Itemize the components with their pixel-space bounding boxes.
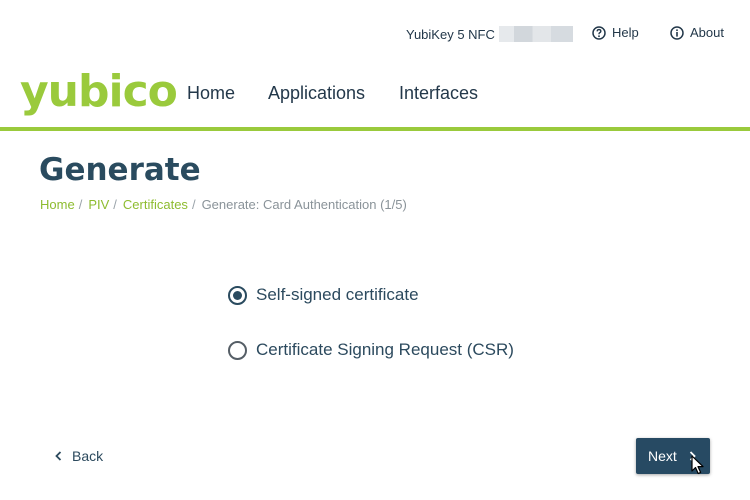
info-icon — [670, 25, 684, 40]
radio-csr[interactable] — [228, 340, 247, 360]
option-self-signed[interactable]: Self-signed certificate — [228, 285, 419, 305]
help-icon — [592, 25, 606, 40]
next-label: Next — [648, 448, 677, 464]
device-name: YubiKey 5 NFC — [406, 26, 495, 42]
option-self-signed-label: Self-signed certificate — [256, 285, 419, 304]
breadcrumb-certificates[interactable]: Certificates — [123, 197, 188, 212]
breadcrumb-current: Generate: Card Authentication (1/5) — [201, 197, 407, 212]
nav-item-interfaces[interactable]: Interfaces — [399, 83, 478, 104]
about-link[interactable]: About — [670, 25, 724, 40]
radio-self-signed[interactable] — [228, 285, 247, 305]
nav-item-home[interactable]: Home — [187, 83, 235, 104]
option-csr-label: Certificate Signing Request (CSR) — [256, 340, 514, 359]
mouse-pointer-icon — [691, 455, 704, 475]
breadcrumb-home[interactable]: Home — [40, 197, 75, 212]
breadcrumb: Home / PIV / Certificates / Generate: Ca… — [40, 197, 407, 212]
back-label: Back — [72, 448, 104, 464]
breadcrumb-separator: / — [113, 197, 117, 212]
chevron-left-icon — [55, 451, 62, 461]
top-bar: YubiKey 5 NFC Help About — [0, 0, 750, 66]
nav-divider — [0, 127, 750, 131]
breadcrumb-separator: / — [191, 197, 196, 212]
breadcrumb-piv[interactable]: PIV — [88, 197, 109, 212]
help-link[interactable]: Help — [592, 25, 639, 40]
yubico-logo: yubico — [20, 66, 178, 117]
device-indicator: YubiKey 5 NFC — [406, 26, 573, 42]
back-button[interactable]: Back — [55, 448, 103, 464]
help-label: Help — [612, 25, 639, 40]
page-title: Generate — [39, 152, 201, 188]
breadcrumb-separator: / — [78, 197, 83, 212]
about-label: About — [690, 25, 724, 40]
device-serial-redacted — [498, 26, 573, 42]
main-nav: yubico Home Applications Interfaces — [0, 66, 750, 128]
nav-item-applications[interactable]: Applications — [268, 83, 365, 104]
option-csr[interactable]: Certificate Signing Request (CSR) — [228, 340, 514, 360]
